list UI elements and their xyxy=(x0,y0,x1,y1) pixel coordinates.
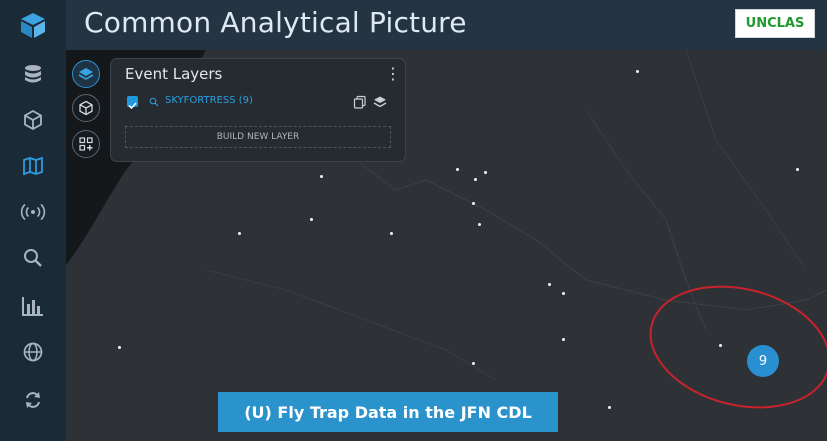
slide-caption: (U) Fly Trap Data in the JFN CDL xyxy=(218,392,558,432)
refresh-icon xyxy=(26,392,40,408)
map-city-marker[interactable] xyxy=(472,362,475,365)
panel-title: Event Layers xyxy=(125,65,223,83)
search-icon xyxy=(24,249,42,267)
sidebar-item-analytics[interactable] xyxy=(0,286,66,326)
sidebar-item-search[interactable] xyxy=(0,238,66,278)
map-city-marker[interactable] xyxy=(796,168,799,171)
sidebar-item-map[interactable] xyxy=(0,146,66,186)
map-city-marker[interactable] xyxy=(636,70,639,73)
database-icon xyxy=(25,65,41,83)
event-layers-panel: Event Layers ⋮ SKYFORTRESS (9) BUILD NEW… xyxy=(110,58,406,162)
classification-badge: UNCLAS xyxy=(735,9,815,38)
map-city-marker[interactable] xyxy=(474,178,477,181)
map-city-marker[interactable] xyxy=(390,232,393,235)
signal-icon xyxy=(20,203,46,221)
add-grid-icon xyxy=(79,137,93,151)
app-logo[interactable] xyxy=(0,0,66,50)
copy-icon[interactable] xyxy=(353,95,367,109)
sidebar-item-data[interactable] xyxy=(0,54,66,94)
app-title: Common Analytical Picture xyxy=(84,6,467,39)
sidebar-item-global[interactable] xyxy=(0,332,66,372)
layer-checkbox[interactable] xyxy=(127,96,138,110)
cube-icon xyxy=(24,109,42,131)
map-city-marker[interactable] xyxy=(238,232,241,235)
kebab-menu-icon: ⋮ xyxy=(385,64,401,83)
map-city-marker[interactable] xyxy=(719,344,722,347)
map-city-marker[interactable] xyxy=(548,283,551,286)
map-city-marker[interactable] xyxy=(472,202,475,205)
sidebar-item-sync[interactable] xyxy=(0,380,66,420)
map-city-marker[interactable] xyxy=(562,338,565,341)
map-city-marker[interactable] xyxy=(478,223,481,226)
bar-chart-icon xyxy=(22,297,43,316)
map-city-marker[interactable] xyxy=(608,406,611,409)
panel-menu-button[interactable]: ⋮ xyxy=(385,65,401,85)
layers-icon xyxy=(78,68,94,80)
layer-search-icon xyxy=(149,97,159,107)
event-cluster-marker[interactable]: 9 xyxy=(747,345,779,377)
layer-options-icon[interactable] xyxy=(373,95,387,109)
globe-icon xyxy=(23,342,43,362)
panel-toolbar xyxy=(66,58,110,162)
sidebar xyxy=(0,50,66,441)
cube-icon xyxy=(79,100,93,116)
checkmark-icon xyxy=(128,102,137,110)
map-city-marker[interactable] xyxy=(562,292,565,295)
map-city-marker[interactable] xyxy=(484,171,487,174)
map-icon xyxy=(23,156,43,176)
sidebar-item-models[interactable] xyxy=(0,100,66,140)
layer-row[interactable]: SKYFORTRESS (9) xyxy=(125,94,397,112)
app-header: Common Analytical Picture UNCLAS xyxy=(0,0,827,50)
map-city-marker[interactable] xyxy=(118,346,121,349)
sidebar-item-signals[interactable] xyxy=(0,192,66,232)
cube-logo-icon xyxy=(21,13,45,38)
map-city-marker[interactable] xyxy=(320,175,323,178)
build-new-layer-button[interactable]: BUILD NEW LAYER xyxy=(125,126,391,148)
add-widget-button[interactable] xyxy=(72,130,100,158)
map-city-marker[interactable] xyxy=(456,168,459,171)
model-button[interactable] xyxy=(72,94,100,122)
layers-toggle-button[interactable] xyxy=(72,60,100,88)
layer-name[interactable]: SKYFORTRESS (9) xyxy=(165,95,253,106)
map-city-marker[interactable] xyxy=(310,218,313,221)
